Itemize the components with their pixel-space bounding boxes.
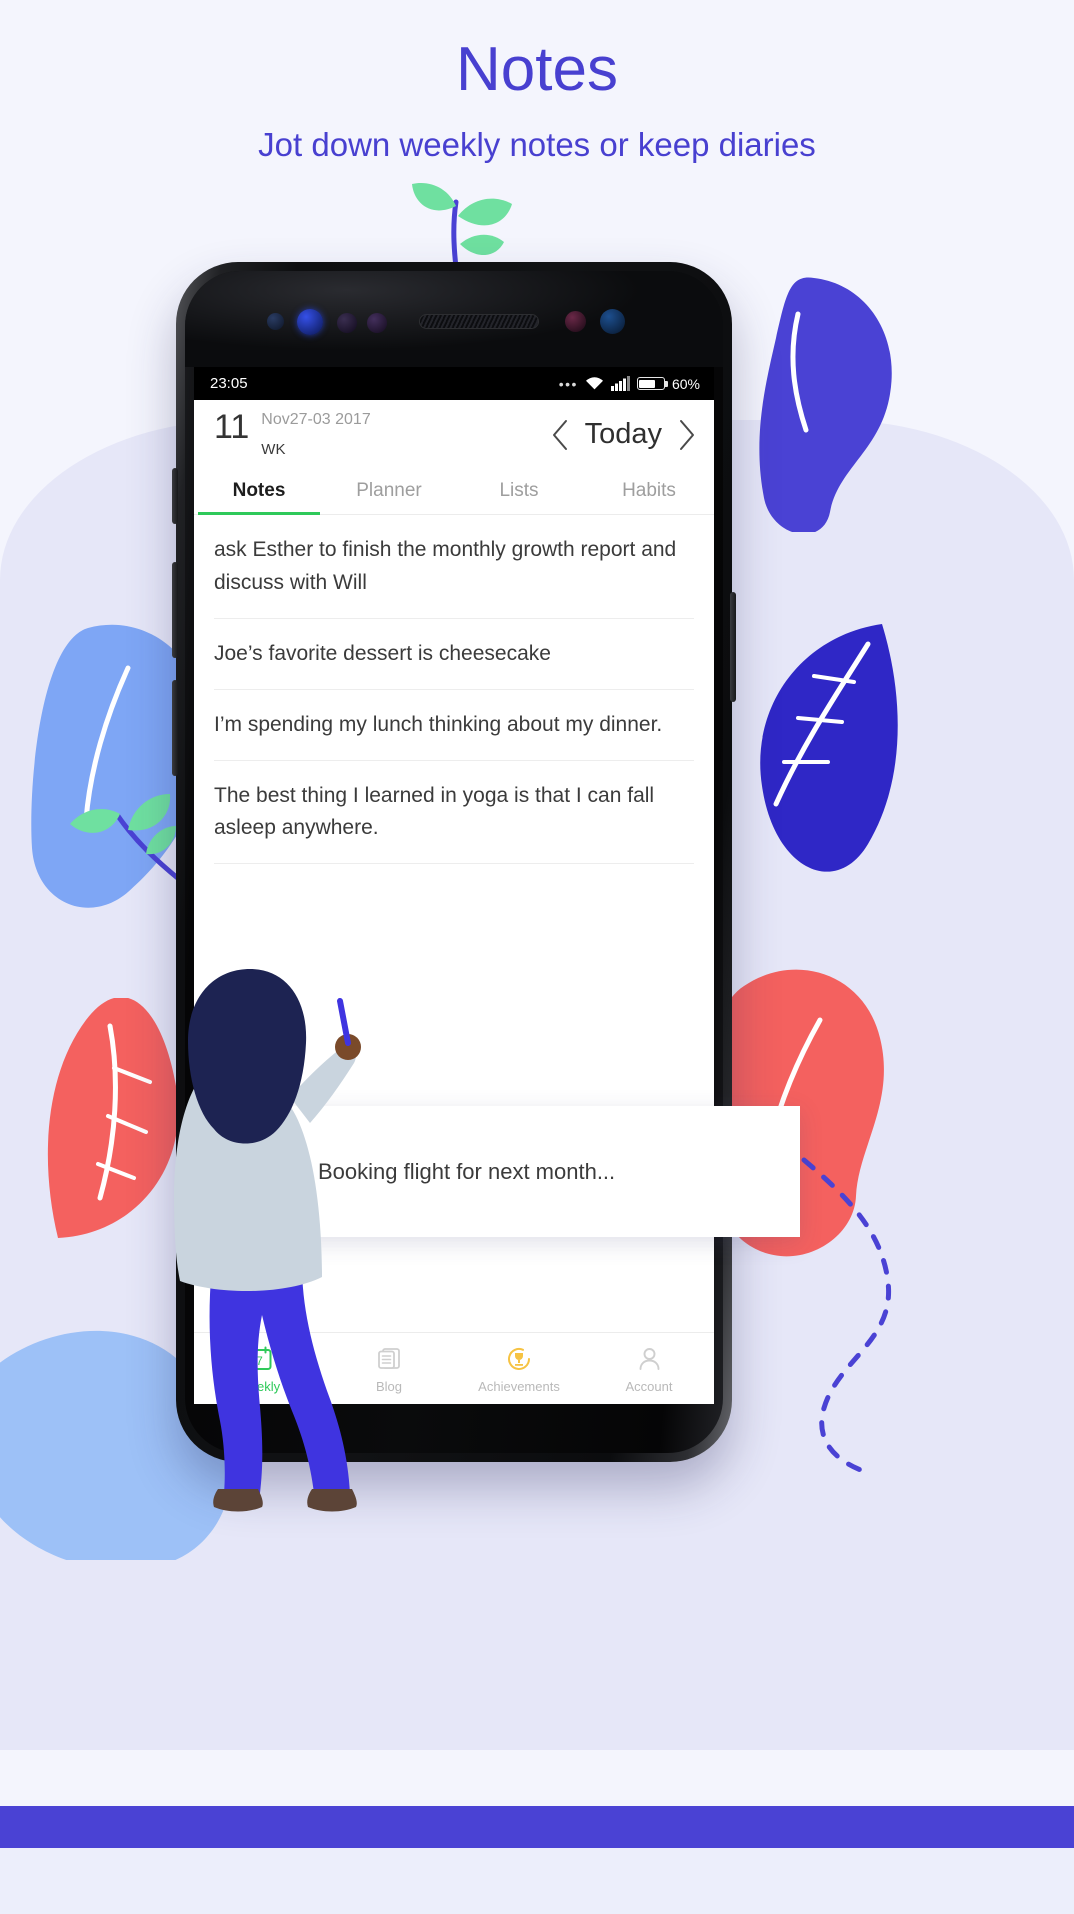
page-title: Notes (456, 35, 618, 104)
navy-leaf-right (760, 624, 898, 872)
tab-habits[interactable]: Habits (584, 469, 714, 514)
tab-planner[interactable]: Planner (324, 469, 454, 514)
status-bar-indicators: ••• 60% (559, 376, 700, 392)
tab-notes[interactable]: Notes (194, 469, 324, 516)
tab-bar: Notes Planner Lists Habits (194, 469, 714, 516)
battery-icon (636, 377, 668, 390)
page-subtitle: Jot down weekly notes or keep diaries (258, 126, 816, 164)
week-date-range: Nov27-03 2017 (261, 411, 371, 428)
chevron-right-icon[interactable] (676, 418, 696, 452)
date-navigation: Today (551, 418, 696, 452)
phone-button-volume-up[interactable] (172, 562, 178, 658)
phone-button-power[interactable] (730, 592, 736, 702)
trophy-icon (508, 1347, 530, 1370)
battery-percent-label: 60% (671, 375, 700, 392)
phone-top-bezel (185, 271, 723, 367)
cellular-signal-icon (610, 376, 630, 391)
earpiece-speaker-icon (419, 314, 539, 329)
footer-fill (0, 1848, 1074, 1914)
tab-lists[interactable]: Lists (454, 469, 584, 514)
status-bar: 23:05 ••• 60% (194, 367, 714, 400)
person-icon (639, 1348, 659, 1370)
notes-list: ask Esther to finish the monthly growth … (194, 515, 714, 865)
nav-item-achievements[interactable]: Achievements (454, 1344, 584, 1394)
ambient-sensor-icon (367, 313, 387, 333)
proximity-sensor-icon (267, 313, 284, 330)
note-item[interactable]: The best thing I learned in yoga is that… (214, 761, 694, 865)
footer-accent-bar (0, 1806, 1074, 1848)
wifi-icon (585, 377, 603, 390)
note-item[interactable]: ask Esther to finish the monthly growth … (214, 515, 694, 619)
nav-label-achievements: Achievements (478, 1378, 560, 1394)
week-indicator[interactable]: 11 Nov27-03 2017 WK (214, 408, 371, 458)
light-sensor-icon (337, 313, 357, 333)
note-item[interactable]: Joe’s favorite dessert is cheesecake (214, 619, 694, 690)
app-header: 11 Nov27-03 2017 WK Today (194, 400, 714, 470)
phone-button-bixby[interactable] (172, 468, 178, 524)
week-unit-label: WK (261, 440, 286, 458)
status-bar-time: 23:05 (210, 375, 248, 392)
green-sprout-left-icon (70, 794, 183, 883)
week-number: 11 (214, 408, 250, 446)
iris-scanner-icon (297, 309, 323, 335)
page-heading-block: Notes Jot down weekly notes or keep diar… (0, 35, 1074, 164)
overflow-dots-icon: ••• (558, 375, 578, 392)
front-camera-icon (600, 309, 625, 334)
chevron-left-icon[interactable] (551, 418, 571, 452)
today-button[interactable]: Today (585, 418, 662, 451)
nav-item-account[interactable]: Account (584, 1344, 714, 1394)
nav-label-account: Account (625, 1378, 673, 1394)
navy-blob-top-right (759, 277, 892, 532)
led-indicator-icon (565, 311, 586, 332)
note-item[interactable]: I’m spending my lunch thinking about my … (214, 690, 694, 761)
person-illustration (174, 969, 361, 1512)
phone-button-volume-down[interactable] (172, 680, 178, 776)
